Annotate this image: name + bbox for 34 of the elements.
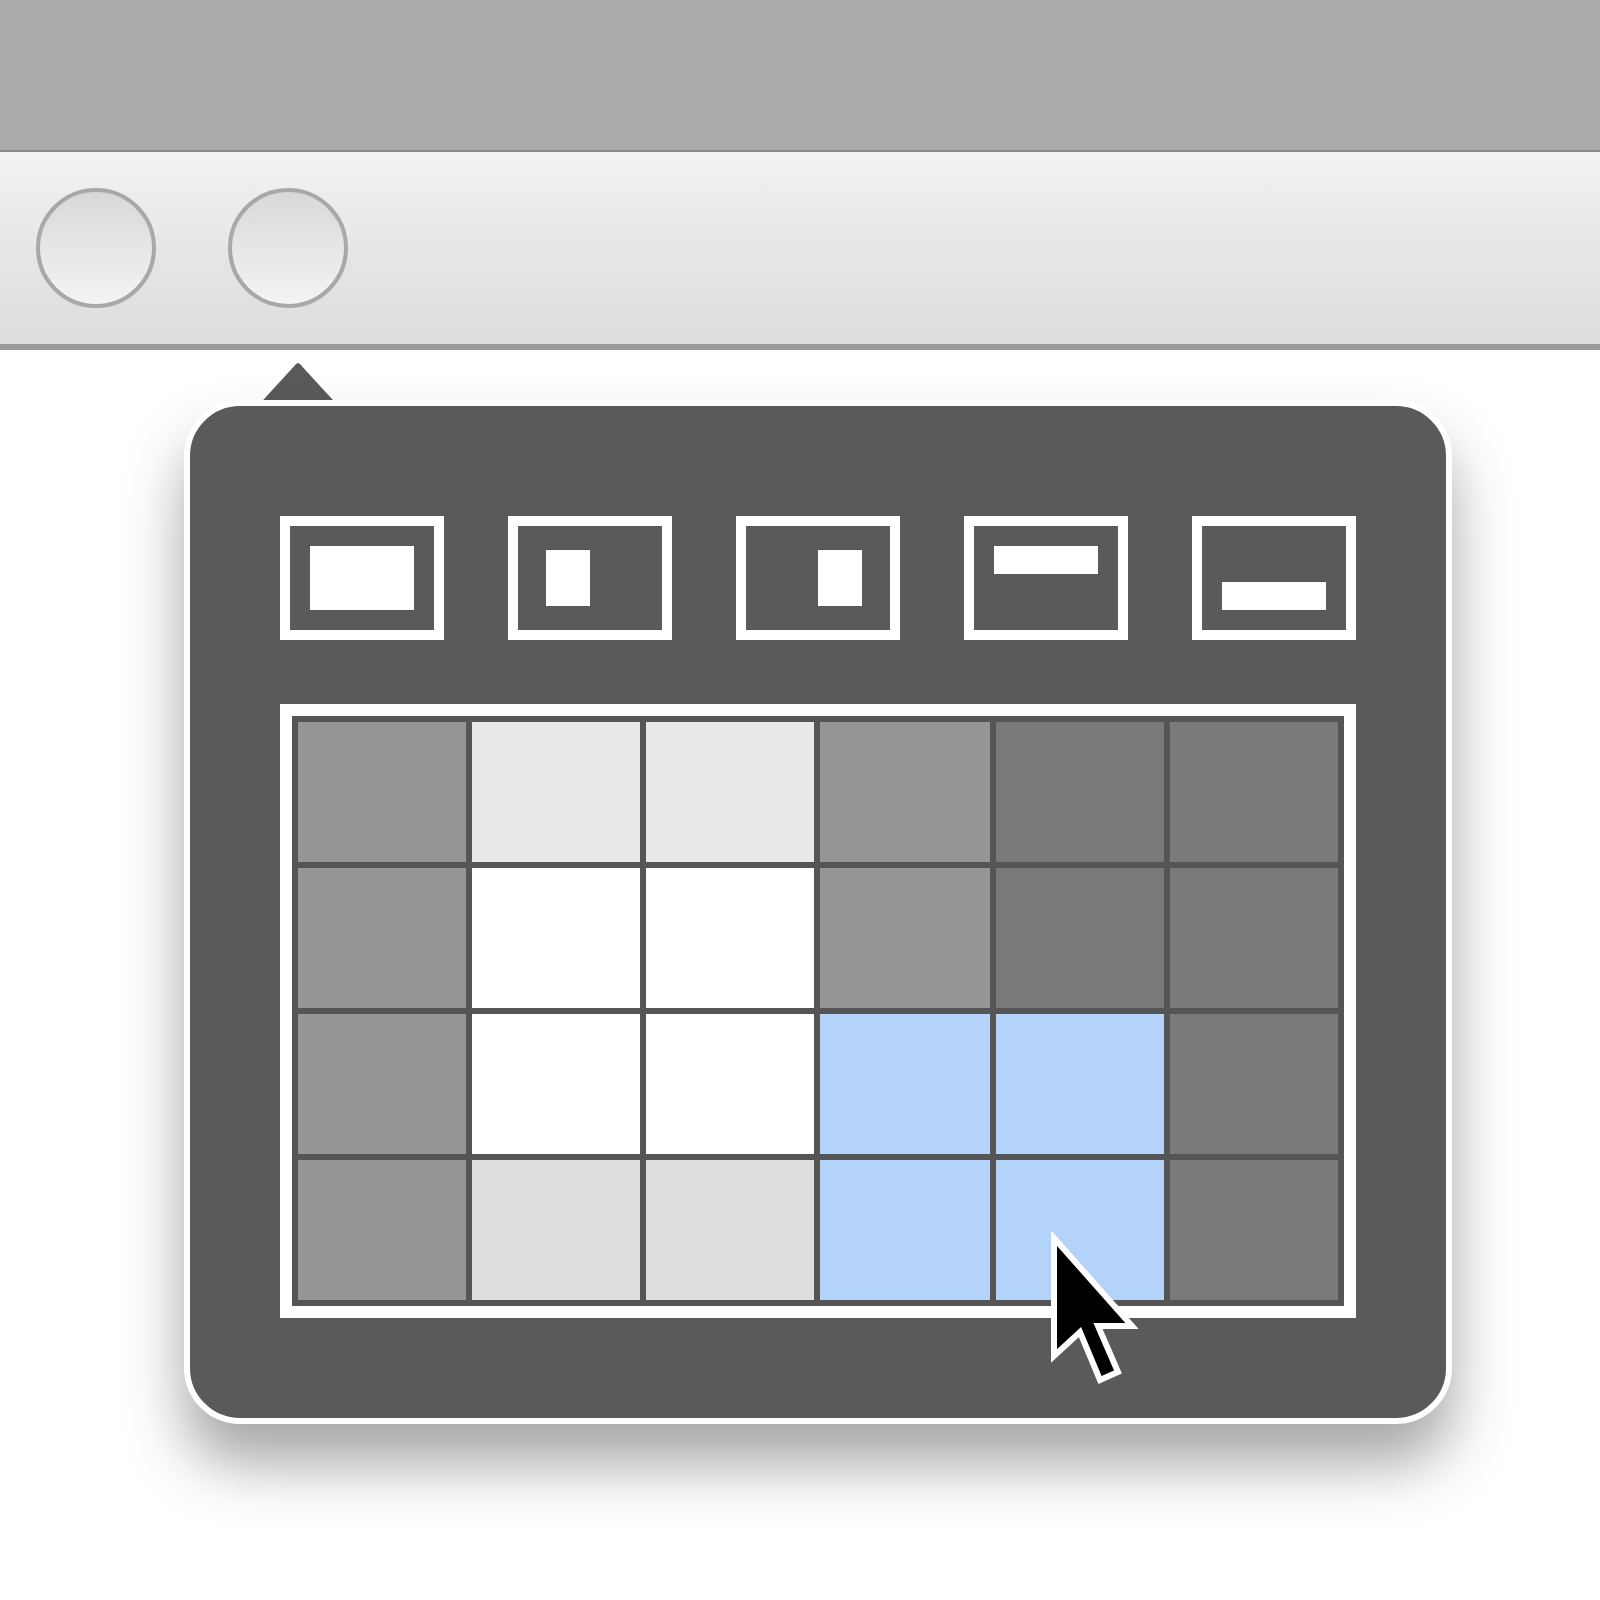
- grid-cell[interactable]: [298, 1014, 467, 1154]
- grid-cell[interactable]: [646, 868, 815, 1008]
- grid-cell[interactable]: [820, 1160, 990, 1300]
- window-layout-icon: [964, 516, 1128, 640]
- grid-cell[interactable]: [472, 722, 641, 862]
- grid-cell[interactable]: [646, 1160, 815, 1300]
- grid-cell[interactable]: [820, 868, 990, 1008]
- layout-preset-button[interactable]: [736, 516, 900, 640]
- layout-preset-button[interactable]: [280, 516, 444, 640]
- grid-cell[interactable]: [298, 722, 467, 862]
- grid-cell[interactable]: [995, 1160, 1164, 1300]
- window-layout-icon: [736, 516, 900, 640]
- grid-cell[interactable]: [995, 722, 1164, 862]
- grid-cell[interactable]: [1169, 722, 1338, 862]
- grid-cell[interactable]: [1169, 1014, 1338, 1154]
- layout-preset-button[interactable]: [508, 516, 672, 640]
- grid-cell[interactable]: [1169, 1160, 1338, 1300]
- grid-cell[interactable]: [1169, 868, 1338, 1008]
- grid-cell[interactable]: [472, 868, 641, 1008]
- window-layout-icon: [1192, 516, 1356, 640]
- grid-cell[interactable]: [820, 1014, 990, 1154]
- grid-cell[interactable]: [472, 1160, 641, 1300]
- grid-cell[interactable]: [995, 1014, 1164, 1154]
- layout-preset-button[interactable]: [1192, 516, 1356, 640]
- grid-cell[interactable]: [298, 868, 467, 1008]
- grid-cell[interactable]: [472, 1014, 641, 1154]
- window-layout-icon: [280, 516, 444, 640]
- window-layout-icon: [508, 516, 672, 640]
- grid-cell[interactable]: [995, 868, 1164, 1008]
- grid-cell[interactable]: [646, 1014, 815, 1154]
- layout-preset-button[interactable]: [964, 516, 1128, 640]
- grid-cell[interactable]: [298, 1160, 467, 1300]
- grid-cell[interactable]: [820, 722, 990, 862]
- grid-cell[interactable]: [646, 722, 815, 862]
